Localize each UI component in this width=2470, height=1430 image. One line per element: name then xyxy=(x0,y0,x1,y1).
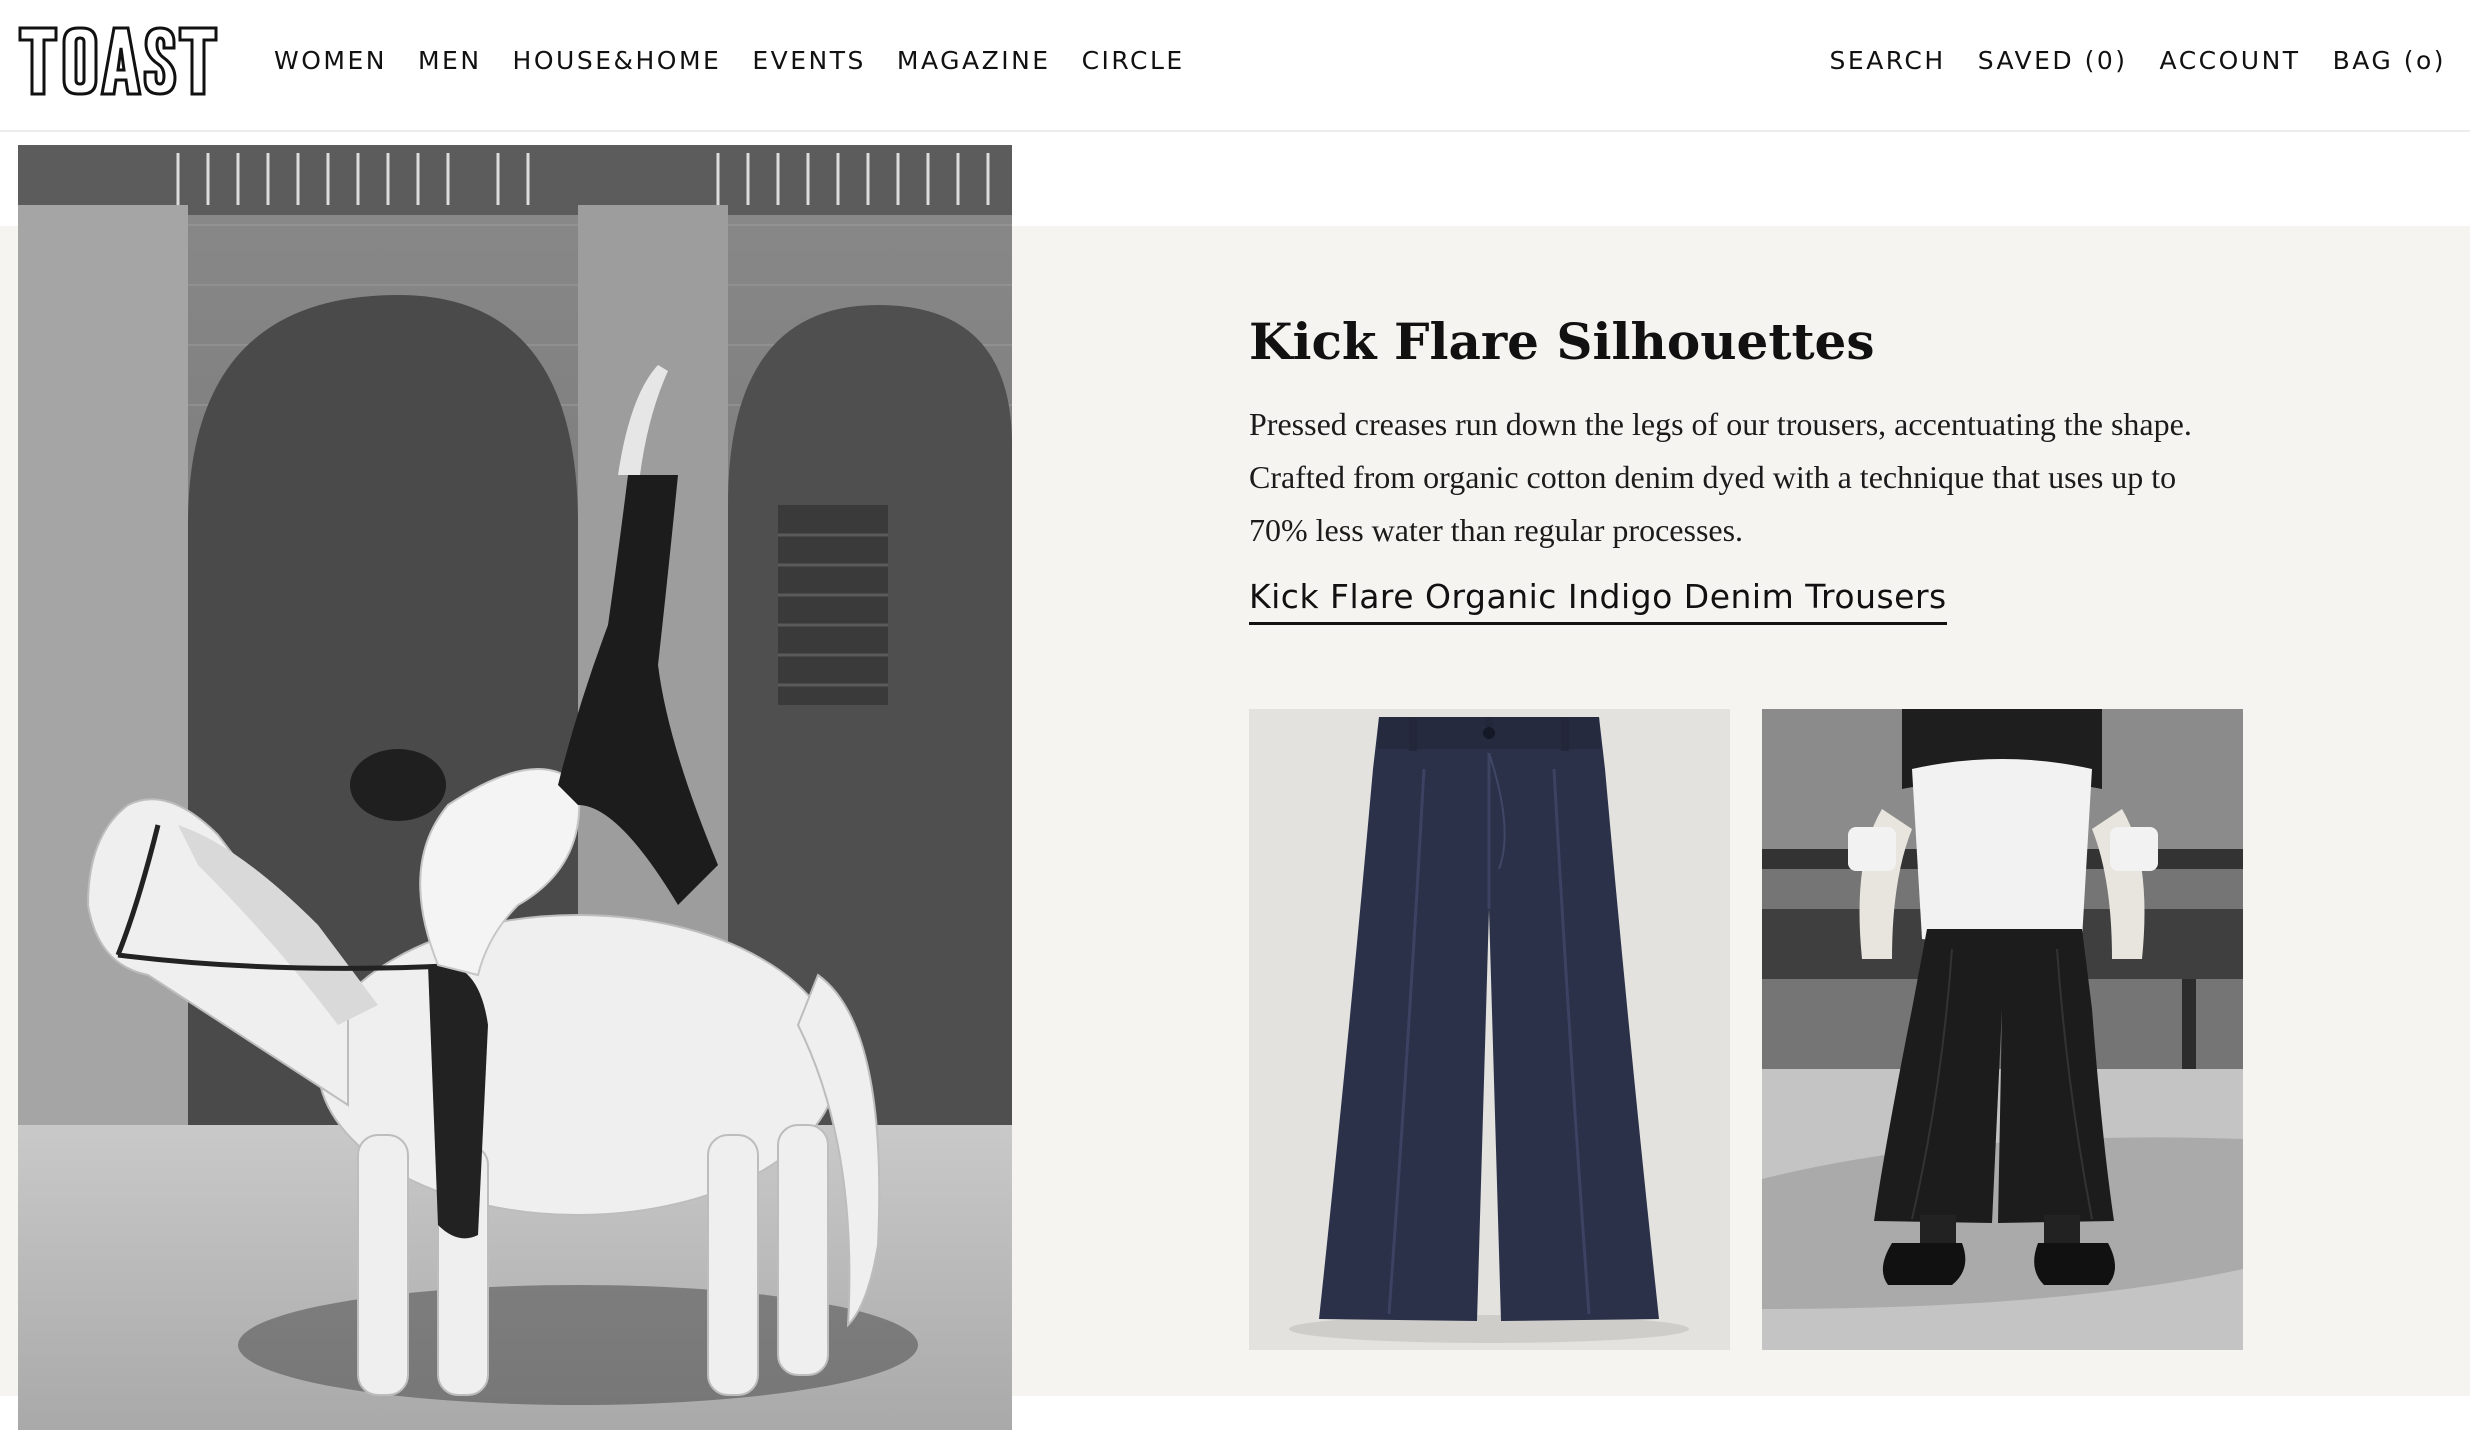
model-photo[interactable] xyxy=(1762,709,2243,1350)
hero-photo xyxy=(18,145,1012,1430)
product-thumbnails xyxy=(1249,709,2243,1350)
site-header: TOAST WOMEN MEN HOUSE&HOME EVENTS MAGAZI… xyxy=(0,0,2470,132)
account-link[interactable]: ACCOUNT xyxy=(2160,46,2301,75)
model-wearing-trousers xyxy=(1762,709,2243,1350)
feature-content: Kick Flare Silhouettes Pressed creases r… xyxy=(1249,310,2249,625)
utility-nav: SEARCH SAVED (0) ACCOUNT BAG (o) xyxy=(1798,46,2446,75)
nav-item-women[interactable]: WOMEN xyxy=(274,46,387,75)
toast-logo-wordmark xyxy=(18,26,218,96)
bag-link[interactable]: BAG (o) xyxy=(2333,46,2446,75)
nav-item-men[interactable]: MEN xyxy=(418,46,482,75)
search-link[interactable]: SEARCH xyxy=(1830,46,1946,75)
nav-item-events[interactable]: EVENTS xyxy=(752,46,866,75)
main-nav: WOMEN MEN HOUSE&HOME EVENTS MAGAZINE CIR… xyxy=(274,46,1216,75)
toast-logo[interactable]: TOAST xyxy=(18,26,218,96)
product-photo[interactable] xyxy=(1249,709,1730,1350)
nav-item-circle[interactable]: CIRCLE xyxy=(1082,46,1185,75)
feature-title: Kick Flare Silhouettes xyxy=(1249,312,1875,371)
product-link[interactable]: Kick Flare Organic Indigo Denim Trousers xyxy=(1249,577,1947,625)
feature-description: Pressed creases run down the legs of our… xyxy=(1249,406,2192,548)
saved-link[interactable]: SAVED (0) xyxy=(1978,46,2128,75)
denim-trousers-packshot xyxy=(1249,709,1730,1350)
hero-photo-illustration xyxy=(18,145,1012,1430)
nav-item-house-home[interactable]: HOUSE&HOME xyxy=(513,46,722,75)
nav-item-magazine[interactable]: MAGAZINE xyxy=(897,46,1051,75)
